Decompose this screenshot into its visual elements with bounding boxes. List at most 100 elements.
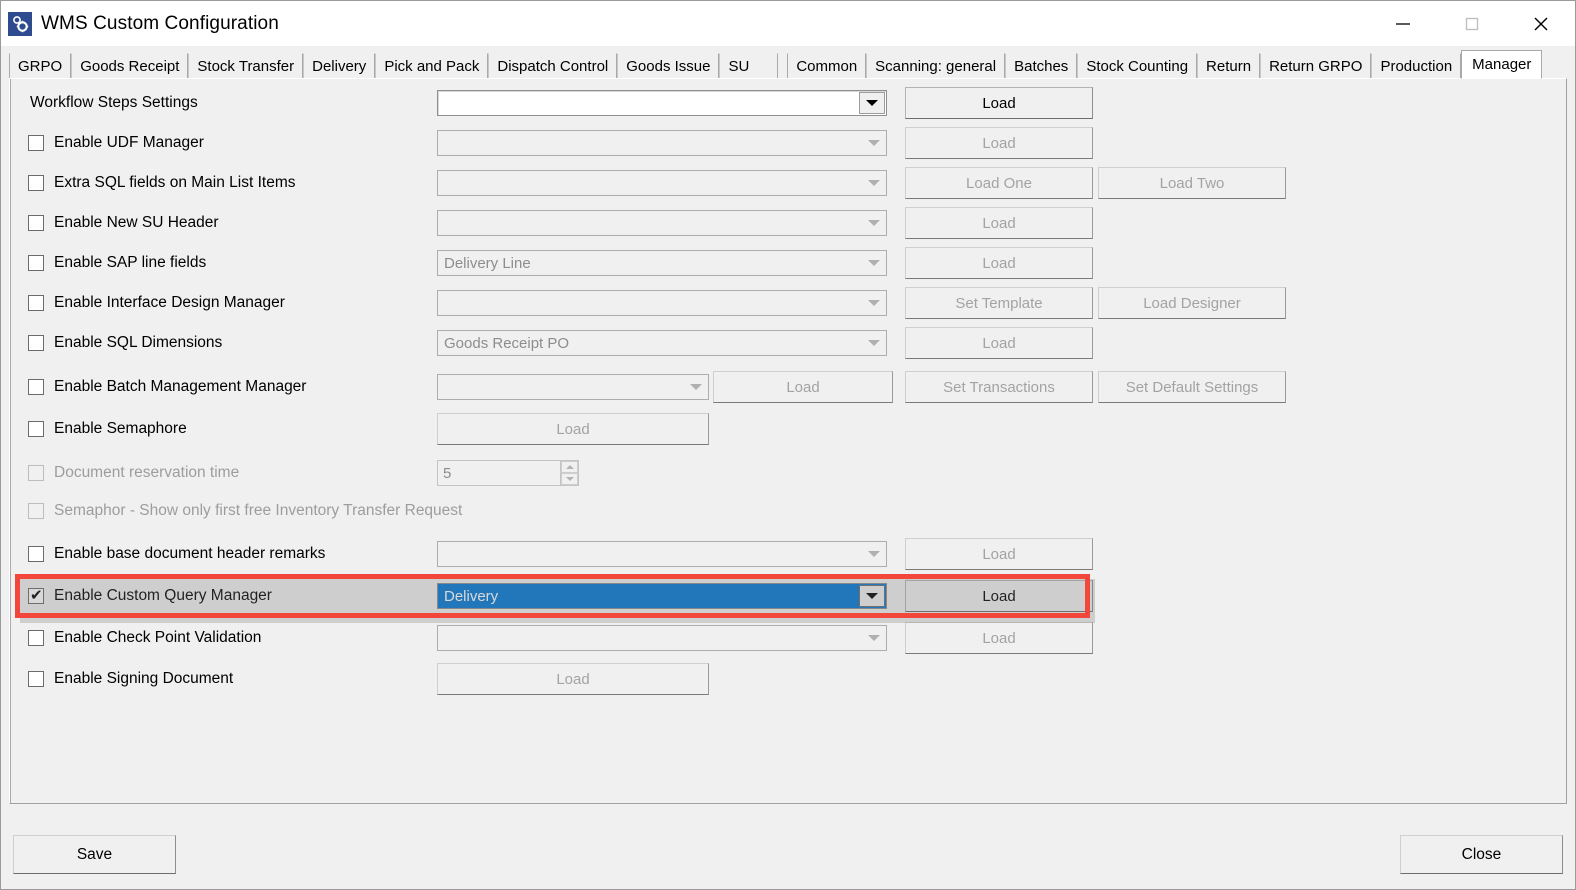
row-enable-new-su-header: Enable New SU Header Load [10, 203, 1566, 243]
enable-sap-line-fields-combo[interactable]: Delivery Line [437, 250, 887, 276]
set-default-settings-button[interactable]: Set Default Settings [1098, 371, 1286, 403]
tab-production[interactable]: Production [1371, 53, 1462, 78]
tab-goods-issue[interactable]: Goods Issue [617, 53, 720, 78]
tab-return-grpo[interactable]: Return GRPO [1260, 53, 1372, 78]
document-reservation-time-checkbox[interactable] [28, 465, 44, 481]
enable-interface-design-manager-combo[interactable] [437, 290, 887, 316]
tab-label: Stock Transfer [197, 57, 295, 75]
set-transactions-button[interactable]: Set Transactions [905, 371, 1093, 403]
close-dialog-button[interactable]: Close [1400, 835, 1563, 874]
chevron-down-icon[interactable] [863, 211, 885, 235]
enable-new-su-header-combo[interactable] [437, 210, 887, 236]
row-label: Enable SAP line fields [54, 254, 207, 271]
tab-scanning-general[interactable]: Scanning: general [866, 53, 1006, 78]
enable-udf-manager-combo[interactable] [437, 130, 887, 156]
tab-return[interactable]: Return [1197, 53, 1261, 78]
chevron-down-icon[interactable] [863, 626, 885, 650]
button-label: Load [982, 94, 1016, 112]
stepper-up-icon[interactable] [561, 461, 578, 473]
tab-pick-and-pack[interactable]: Pick and Pack [375, 53, 489, 78]
enable-sql-dimensions-load-button[interactable]: Load [905, 327, 1093, 359]
chevron-down-icon[interactable] [863, 291, 885, 315]
chevron-down-icon[interactable] [859, 585, 885, 607]
enable-check-point-validation-load-button[interactable]: Load [905, 622, 1093, 654]
checkmark-icon: ✔ [30, 586, 43, 604]
enable-semaphore-load-button[interactable]: Load [437, 413, 709, 445]
extra-sql-fields-load-one-button[interactable]: Load One [905, 167, 1093, 199]
enable-batch-management-manager-load-button[interactable]: Load [713, 371, 893, 403]
enable-custom-query-manager-combo[interactable]: Delivery [437, 583, 887, 609]
row-extra-sql-fields-main-list-items: Extra SQL fields on Main List Items Load… [10, 163, 1566, 203]
extra-sql-fields-load-two-button[interactable]: Load Two [1098, 167, 1286, 199]
enable-batch-management-manager-checkbox[interactable] [28, 379, 44, 395]
document-reservation-time-stepper[interactable]: 5 [437, 460, 579, 486]
row-semaphor-show-only-first-free-inventory-transfer-request: Semaphor - Show only first free Inventor… [10, 491, 1566, 531]
chevron-down-icon[interactable] [863, 171, 885, 195]
enable-sql-dimensions-combo[interactable]: Goods Receipt PO [437, 330, 887, 356]
enable-custom-query-manager-load-button[interactable]: Load [905, 580, 1093, 612]
tab-label: SU [728, 57, 750, 75]
save-button[interactable]: Save [13, 835, 176, 874]
tab-strip: GRPO Goods Receipt Stock Transfer Delive… [9, 50, 1567, 79]
enable-custom-query-manager-checkbox[interactable]: ✔ [28, 586, 44, 604]
semaphor-first-free-itr-checkbox[interactable] [28, 503, 44, 519]
maximize-button[interactable] [1437, 1, 1506, 46]
chevron-down-icon[interactable] [863, 251, 885, 275]
tab-stock-transfer[interactable]: Stock Transfer [188, 53, 304, 78]
chevron-down-icon[interactable] [685, 375, 707, 399]
tab-grpo[interactable]: GRPO [9, 53, 72, 78]
tab-su[interactable]: SU [719, 53, 779, 78]
tab-label: Return [1206, 57, 1252, 75]
chevron-down-icon[interactable] [863, 542, 885, 566]
extra-sql-fields-checkbox[interactable] [28, 175, 44, 191]
enable-udf-manager-load-button[interactable]: Load [905, 127, 1093, 159]
caption-button-group [1368, 1, 1575, 46]
tab-label: Delivery [312, 57, 367, 75]
button-label: Save [76, 845, 113, 863]
row-label: Enable Semaphore [54, 420, 187, 437]
tab-common[interactable]: Common [787, 53, 867, 78]
stepper-down-icon[interactable] [561, 473, 578, 485]
tab-manager[interactable]: Manager [1461, 50, 1543, 79]
tab-label: Return GRPO [1269, 57, 1363, 75]
enable-signing-document-checkbox[interactable] [28, 671, 44, 687]
load-designer-button[interactable]: Load Designer [1098, 287, 1286, 319]
button-label: Load [786, 378, 820, 396]
chevron-down-icon[interactable] [863, 131, 885, 155]
enable-new-su-header-load-button[interactable]: Load [905, 207, 1093, 239]
row-label: Enable Batch Management Manager [54, 378, 307, 395]
extra-sql-fields-combo[interactable] [437, 170, 887, 196]
enable-sql-dimensions-checkbox[interactable] [28, 335, 44, 351]
chevron-down-icon[interactable] [859, 92, 885, 114]
tab-batches[interactable]: Batches [1005, 53, 1078, 78]
enable-semaphore-checkbox[interactable] [28, 421, 44, 437]
workflow-steps-settings-combo[interactable] [437, 90, 887, 116]
tab-dispatch-control[interactable]: Dispatch Control [488, 53, 618, 78]
tab-stock-counting[interactable]: Stock Counting [1077, 53, 1198, 78]
row-enable-udf-manager: Enable UDF Manager Load [10, 123, 1566, 163]
enable-new-su-header-checkbox[interactable] [28, 215, 44, 231]
enable-base-document-header-remarks-checkbox[interactable] [28, 546, 44, 562]
enable-base-document-header-remarks-load-button[interactable]: Load [905, 538, 1093, 570]
button-label: Set Transactions [943, 378, 1055, 396]
enable-batch-management-manager-combo[interactable] [437, 374, 709, 400]
tab-delivery[interactable]: Delivery [303, 53, 376, 78]
workflow-steps-settings-load-button[interactable]: Load [905, 87, 1093, 119]
set-template-button[interactable]: Set Template [905, 287, 1093, 319]
enable-base-document-header-remarks-combo[interactable] [437, 541, 887, 567]
close-button[interactable] [1506, 1, 1575, 46]
enable-check-point-validation-checkbox[interactable] [28, 630, 44, 646]
row-label: Enable Interface Design Manager [54, 294, 285, 311]
chevron-down-icon[interactable] [863, 331, 885, 355]
enable-sap-line-fields-load-button[interactable]: Load [905, 247, 1093, 279]
stepper-buttons[interactable] [560, 461, 578, 485]
enable-signing-document-load-button[interactable]: Load [437, 663, 709, 695]
enable-interface-design-manager-checkbox[interactable] [28, 295, 44, 311]
enable-sap-line-fields-checkbox[interactable] [28, 255, 44, 271]
enable-check-point-validation-combo[interactable] [437, 625, 887, 651]
button-label: Set Template [955, 294, 1043, 312]
minimize-button[interactable] [1368, 1, 1437, 46]
enable-udf-manager-checkbox[interactable] [28, 135, 44, 151]
tab-goods-receipt[interactable]: Goods Receipt [71, 53, 189, 78]
row-label: Semaphor - Show only first free Inventor… [54, 502, 463, 519]
